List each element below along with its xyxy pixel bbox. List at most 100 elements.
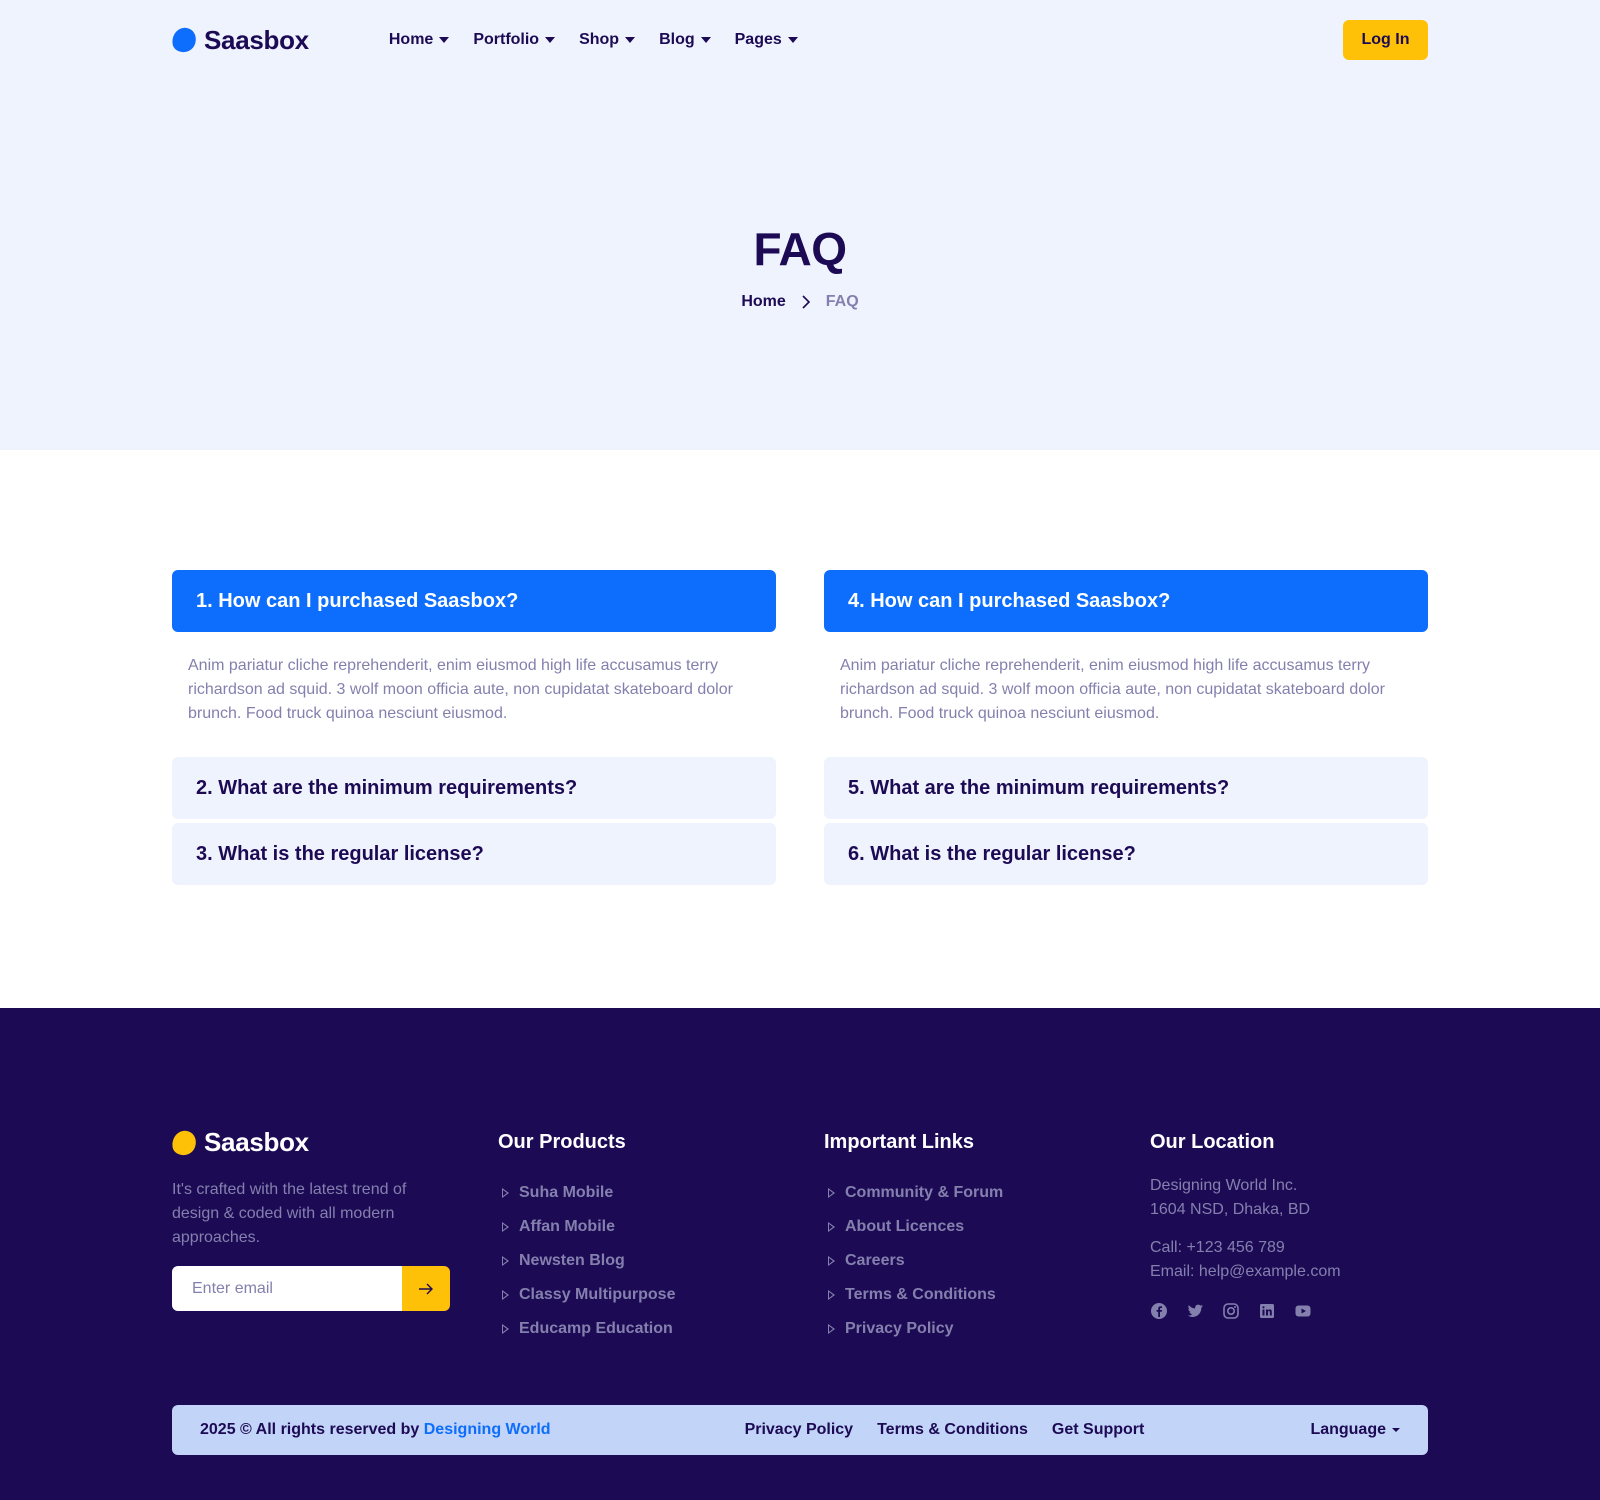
nav-item-pages[interactable]: Pages [735,31,798,49]
footer-description: It's crafted with the latest trend of de… [172,1181,407,1246]
footer-link-label: Newsten Blog [519,1252,625,1269]
bottom-link-terms[interactable]: Terms & Conditions [877,1421,1028,1439]
login-button[interactable]: Log In [1343,20,1428,60]
footer-brand-name: Saasbox [204,1127,309,1157]
footer-link-label: Classy Multipurpose [519,1286,676,1303]
chevron-right-icon [796,292,816,312]
caret-down-icon [1392,1428,1400,1432]
copyright-prefix: 2025 © All rights reserved by [200,1421,424,1438]
footer-address: Designing World Inc. 1604 NSD, Dhaka, BD [1150,1174,1341,1222]
navbar: Saasbox Home Portfolio Shop Blog Pages L… [169,20,1428,60]
footer-link-label: Suha Mobile [519,1184,614,1201]
footer-email: Email: help@example.com [1150,1263,1341,1280]
caret-down-icon [700,37,711,43]
footer-products: Our Products Suha Mobile Affan Mobile Ne… [498,1128,675,1346]
language-label: Language [1310,1421,1386,1438]
footer-link[interactable]: Terms & Conditions [824,1278,1003,1312]
triangle-right-icon [502,1222,509,1232]
nav-menu: Home Portfolio Shop Blog Pages [389,31,798,49]
social-links [1150,1302,1341,1320]
instagram-icon[interactable] [1222,1302,1240,1320]
faq-answer-4: Anim pariatur cliche reprehenderit, enim… [840,657,1385,722]
footer-link[interactable]: Suha Mobile [498,1176,675,1210]
triangle-right-icon [828,1290,835,1300]
triangle-right-icon [828,1188,835,1198]
twitter-icon[interactable] [1186,1302,1204,1320]
brand-name: Saasbox [204,24,309,55]
footer-link[interactable]: Careers [824,1244,1003,1278]
footer-link[interactable]: About Licences [824,1210,1003,1244]
address-line-2: 1604 NSD, Dhaka, BD [1150,1201,1311,1218]
address-line-1: Designing World Inc. [1150,1177,1298,1194]
copyright-link[interactable]: Designing World [424,1421,551,1438]
linkedin-icon[interactable] [1258,1302,1276,1320]
triangle-right-icon [502,1188,509,1198]
copyright-text: 2025 © All rights reserved by Designing … [200,1421,551,1439]
arrow-right-icon [419,1283,433,1294]
footer-contact: Call: +123 456 789 Email: help@example.c… [1150,1236,1341,1284]
footer-link-label: Educamp Education [519,1320,673,1337]
triangle-right-icon [828,1324,835,1334]
faq-answer-1: Anim pariatur cliche reprehenderit, enim… [188,657,733,722]
triangle-right-icon [502,1256,509,1266]
nav-item-label: Shop [579,31,620,48]
faq-column-left: 1. How can I purchased Saasbox? Anim par… [172,570,776,889]
footer: Saasbox It's crafted with the latest tre… [0,1008,1600,1500]
caret-down-icon [625,37,636,43]
faq-question-4[interactable]: 4. How can I purchased Saasbox? [824,570,1428,632]
bottom-link-privacy[interactable]: Privacy Policy [745,1421,854,1439]
triangle-right-icon [502,1324,509,1334]
footer-about: Saasbox It's crafted with the latest tre… [169,1127,452,1311]
breadcrumb: Home FAQ [0,292,1600,312]
caret-down-icon [439,37,450,43]
triangle-right-icon [828,1222,835,1232]
faq-section: 1. How can I purchased Saasbox? Anim par… [0,450,1600,1008]
logo-icon [169,25,199,55]
faq-question-2[interactable]: 2. What are the minimum requirements? [172,757,776,819]
breadcrumb-current: FAQ [825,293,859,310]
language-dropdown[interactable]: Language [1310,1421,1400,1439]
footer-brand-logo[interactable]: Saasbox [169,1127,452,1158]
footer-link[interactable]: Newsten Blog [498,1244,675,1278]
nav-item-label: Pages [734,31,782,48]
footer-link-label: Terms & Conditions [845,1286,996,1303]
facebook-icon[interactable] [1150,1302,1168,1320]
faq-question-1[interactable]: 1. How can I purchased Saasbox? [172,570,776,632]
footer-link-label: Privacy Policy [845,1320,954,1337]
breadcrumb-home-link[interactable]: Home [741,293,785,311]
newsletter-email-input[interactable] [172,1266,402,1311]
footer-bottom-links: Privacy Policy Terms & Conditions Get Su… [745,1421,1145,1439]
nav-item-shop[interactable]: Shop [579,31,636,49]
faq-question-5[interactable]: 5. What are the minimum requirements? [824,757,1428,819]
nav-item-portfolio[interactable]: Portfolio [473,31,556,49]
bottom-link-support[interactable]: Get Support [1052,1421,1144,1439]
nav-item-blog[interactable]: Blog [659,31,711,49]
footer-location: Our Location Designing World Inc. 1604 N… [1150,1128,1341,1320]
nav-item-label: Home [388,31,434,48]
footer-link-label: About Licences [845,1218,965,1235]
faq-question-3[interactable]: 3. What is the regular license? [172,823,776,885]
footer-links-list: Community & Forum About Licences Careers… [824,1176,1003,1346]
nav-item-label: Portfolio [473,31,540,48]
footer-products-list: Suha Mobile Affan Mobile Newsten Blog Cl… [498,1176,675,1346]
footer-link[interactable]: Classy Multipurpose [498,1278,675,1312]
footer-link[interactable]: Community & Forum [824,1176,1003,1210]
footer-links-heading: Important Links [824,1131,975,1153]
page-title: FAQ [753,223,847,275]
youtube-icon[interactable] [1294,1302,1312,1320]
footer-link[interactable]: Affan Mobile [498,1210,675,1244]
footer-bottom-bar: 2025 © All rights reserved by Designing … [172,1405,1428,1455]
nav-item-home[interactable]: Home [388,31,450,49]
nav-item-label: Blog [659,31,695,48]
newsletter-submit-button[interactable] [402,1266,450,1311]
footer-link[interactable]: Privacy Policy [824,1312,1003,1346]
footer-link-label: Community & Forum [845,1184,1004,1201]
caret-down-icon [787,37,798,43]
footer-link[interactable]: Educamp Education [498,1312,675,1346]
brand-logo[interactable]: Saasbox [169,24,309,56]
faq-column-right: 4. How can I purchased Saasbox? Anim par… [824,570,1428,889]
logo-icon [169,1128,199,1157]
faq-question-6[interactable]: 6. What is the regular license? [824,823,1428,885]
footer-phone: Call: +123 456 789 [1150,1239,1285,1256]
footer-important-links: Important Links Community & Forum About … [824,1128,1003,1346]
